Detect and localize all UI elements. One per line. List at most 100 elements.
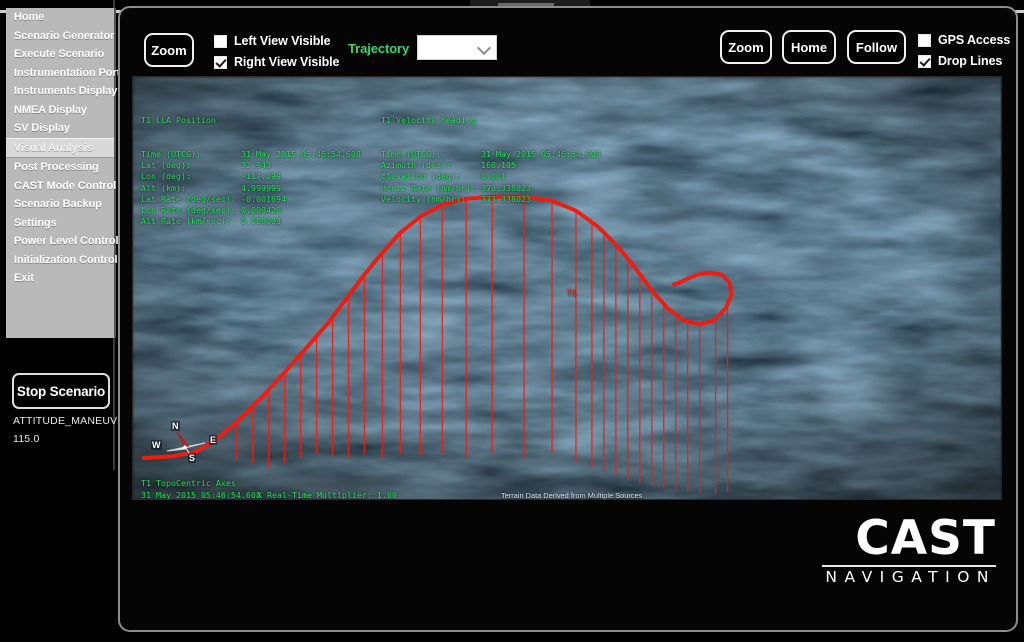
right-view-visible-checkbox[interactable] [214, 55, 227, 69]
drop-lines-checkbox-row[interactable]: Drop Lines [918, 54, 1002, 68]
telemetry-value: -117.899 [241, 171, 281, 182]
sidebar-item-cast-mode-control[interactable]: CAST Mode Control [6, 177, 117, 196]
gps-access-label: GPS Access [938, 33, 1011, 47]
velocity-telemetry-overlay: T1 Velocity Heading Time (UTCG): 31 May 2… [381, 93, 601, 227]
left-view-visible-label: Left View Visible [234, 34, 331, 48]
follow-button-label: Follow [855, 39, 898, 55]
compass-axes-gizmo: N E S W [141, 415, 233, 471]
sidebar-item-label: Power Level Control [14, 235, 119, 247]
telemetry-row: Time (UTCG): 31 May 2015 05:46:54.608 [141, 149, 361, 160]
telemetry-row: Lon Rate (deg/sec): 0.000420 [141, 205, 361, 216]
sidebar-item-power-level-control[interactable]: Power Level Control [6, 232, 119, 251]
left-view-visible-checkbox-row[interactable]: Left View Visible [214, 34, 331, 48]
telemetry-key: Lat (deg): [141, 160, 191, 171]
track-label-t1: T1 [567, 289, 577, 298]
lla-title: T1 LLA Position [141, 115, 216, 126]
telemetry-row: Time (UTCG): 31 May 2015 05:46:54.608 [381, 149, 601, 160]
sidebar-item-label: Visual Analysis [14, 141, 93, 154]
compass-label-west: W [151, 440, 162, 450]
home-button-label: Home [790, 39, 828, 55]
brand-tagline: NAVIGATION [825, 568, 996, 586]
zoom-button-left[interactable]: Zoom [144, 33, 194, 67]
telemetry-value: 4.999999 [241, 182, 281, 193]
terrain-credit-prefix: Terrain Data Derived from [501, 491, 588, 500]
telemetry-key: Velocity (nm/hr): [381, 193, 466, 204]
trajectory-select[interactable] [417, 35, 497, 60]
sidebar-item-instruments-display[interactable]: Instruments Display [6, 82, 118, 101]
sidebar-item-label: Settings [14, 216, 57, 229]
telemetry-key: Lat Rate (deg/sec): [141, 193, 236, 204]
sidebar-item-instrumentation-port[interactable]: Instrumentation Port [6, 64, 120, 83]
telemetry-key: Time (UTCG): [381, 149, 441, 160]
telemetry-key: Time (UTCG): [141, 149, 201, 160]
sidebar-item-label: Instruments Display [14, 85, 118, 97]
sidebar-item-home[interactable]: Home [6, 8, 114, 27]
stop-scenario-label: Stop Scenario [16, 383, 106, 399]
telemetry-value: 31 May 2015 05:46:54.608 [241, 149, 361, 160]
zoom-button-left-label: Zoom [151, 42, 187, 58]
scenario-status-value: 115.0 [13, 433, 40, 445]
sidebar-item-exit[interactable]: Exit [6, 269, 114, 288]
left-view-visible-checkbox[interactable] [214, 34, 227, 48]
sidebar-item-label: Scenario Generator [14, 29, 115, 42]
telemetry-row: Alt Rate (km/sec): 0.000003 [141, 216, 361, 227]
stop-scenario-button[interactable]: Stop Scenario [12, 373, 110, 409]
globe-3d-viewport[interactable]: T1 LLA Position Time (UTCG): 31 May 2015 … [132, 76, 1002, 500]
sidebar-item-label: Post Processing [14, 161, 99, 173]
sidebar-item-label: SV Display [14, 122, 70, 134]
telemetry-value: 32.943 [241, 160, 271, 171]
telemetry-value: 31 May 2015 05:46:54.608 [481, 149, 601, 160]
gps-access-checkbox[interactable] [918, 33, 931, 47]
terrain-credit: Terrain Data Derived from Multiple Sourc… [501, 491, 643, 500]
telemetry-key: Lon Rate (deg/sec): [141, 205, 236, 216]
sidebar-item-label: Exit [14, 272, 34, 284]
sidebar-item-post-processing[interactable]: Post Processing [6, 158, 114, 177]
telemetry-key: Azimuth (deg): [381, 160, 451, 171]
trajectory-label: Trajectory [348, 41, 410, 56]
drop-lines-label: Drop Lines [938, 54, 1003, 68]
telemetry-value: 373.338023 [481, 193, 531, 204]
scenario-timestamp: 31 May 2015 05:46:54.608 [141, 490, 261, 500]
sidebar-item-scenario-backup[interactable]: Scenario Backup [6, 195, 114, 214]
drop-lines-checkbox[interactable] [918, 54, 931, 68]
zoom-button-right[interactable]: Zoom [720, 30, 772, 64]
telemetry-row: Lat (deg): 32.943 [141, 160, 361, 171]
velocity-title: T1 Velocity Heading [381, 115, 476, 126]
telemetry-row: Lon (deg): -117.899 [141, 171, 361, 182]
sidebar-item-label: Initialization Control [14, 253, 118, 266]
sidebar-item-execute-scenario[interactable]: Execute Scenario [6, 45, 114, 64]
sidebar-item-label: Execute Scenario [14, 48, 105, 60]
right-view-visible-checkbox-row[interactable]: Right View Visible [214, 55, 340, 69]
sidebar-item-sv-display[interactable]: SV Display [6, 119, 114, 138]
lla-telemetry-overlay: T1 LLA Position Time (UTCG): 31 May 2015 … [141, 93, 361, 250]
telemetry-key: Elevation (deg): [381, 171, 461, 182]
zoom-button-right-label: Zoom [728, 39, 764, 55]
telemetry-key: Alt Rate (km/sec): [141, 216, 231, 227]
telemetry-value: 0.000420 [241, 205, 281, 216]
sidebar-item-label: CAST Mode Control [14, 179, 117, 192]
telemetry-key: Alt (km): [141, 182, 186, 193]
telemetry-row: Horiz Rate (nm/hr): 373.338023 [381, 183, 601, 194]
terrain-credit-link[interactable]: Multiple Sources [588, 491, 643, 499]
brand-name: CAST [855, 511, 996, 566]
telemetry-key: Lon (deg): [141, 171, 191, 182]
sidebar-item-nmea-display[interactable]: NMEA Display [6, 101, 114, 120]
sidebar-nav: Home Scenario Generator Execute Scenario In… [6, 8, 120, 338]
sidebar-item-initialization-control[interactable]: Initialization Control [6, 251, 118, 270]
sidebar-item-settings[interactable]: Settings [6, 214, 114, 233]
telemetry-row: Lat Rate (deg/sec): -0.001694 [141, 194, 361, 205]
sidebar-item-visual-analysis[interactable]: Visual Analysis [6, 137, 114, 158]
sidebar-item-label: Instrumentation Port [14, 66, 121, 79]
main-panel: Zoom Left View Visible Right View Visibl… [118, 6, 1018, 632]
sidebar-item-scenario-generator[interactable]: Scenario Generator [6, 27, 114, 46]
sidebar-item-label: Scenario Backup [14, 198, 102, 210]
telemetry-value: 168.195 [481, 160, 516, 171]
gps-access-checkbox-row[interactable]: GPS Access [918, 33, 1010, 47]
home-button[interactable]: Home [782, 30, 836, 64]
compass-label-south: S [188, 453, 197, 463]
telemetry-value: 373.338023 [481, 182, 531, 193]
sidebar-item-label: NMEA Display [14, 103, 87, 116]
follow-button[interactable]: Follow [847, 30, 906, 64]
compass-label-east: E [209, 435, 218, 445]
right-view-visible-label: Right View Visible [234, 55, 340, 69]
